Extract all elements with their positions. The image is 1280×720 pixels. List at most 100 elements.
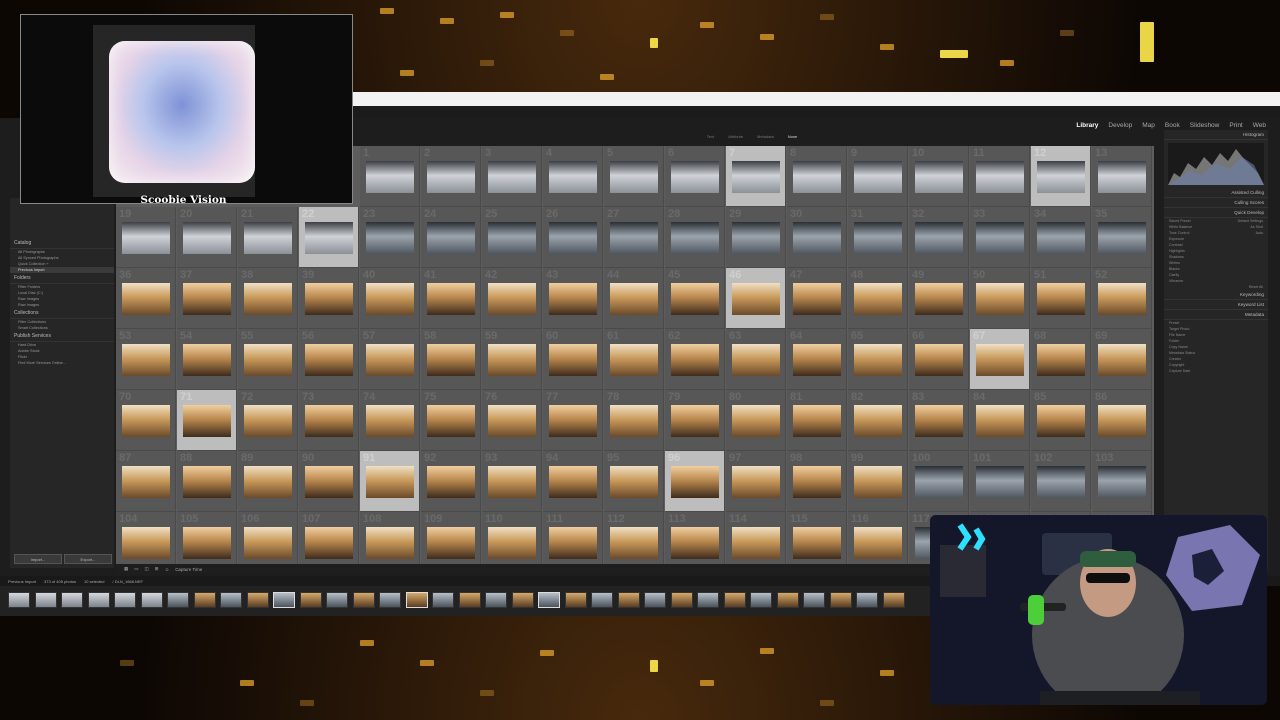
photo-thumbnail[interactable] bbox=[549, 222, 597, 254]
filmstrip-thumbnail[interactable] bbox=[617, 592, 640, 608]
grid-cell[interactable]: 72 bbox=[238, 390, 298, 451]
photo-thumbnail[interactable] bbox=[366, 466, 414, 498]
photo-thumbnail[interactable] bbox=[854, 222, 902, 254]
grid-cell[interactable]: 94 bbox=[543, 451, 603, 512]
photo-thumbnail[interactable] bbox=[671, 222, 719, 254]
grid-cell[interactable]: 31 bbox=[848, 207, 908, 268]
grid-cell[interactable]: 25 bbox=[482, 207, 542, 268]
grid-cell[interactable]: 91 bbox=[360, 451, 420, 512]
photo-thumbnail[interactable] bbox=[1037, 161, 1085, 193]
grid-cell[interactable]: 70 bbox=[116, 390, 176, 451]
grid-cell[interactable]: 59 bbox=[482, 329, 542, 390]
filmstrip-thumbnail[interactable] bbox=[140, 592, 163, 608]
grid-cell[interactable]: 39 bbox=[299, 268, 359, 329]
grid-cell[interactable]: 22 bbox=[299, 207, 359, 268]
grid-cell[interactable]: 95 bbox=[604, 451, 664, 512]
grid-cell[interactable]: 1 bbox=[360, 146, 420, 207]
photo-thumbnail[interactable] bbox=[427, 161, 475, 193]
grid-cell[interactable]: 89 bbox=[238, 451, 298, 512]
photo-thumbnail[interactable] bbox=[122, 527, 170, 559]
filmstrip-thumbnail[interactable] bbox=[114, 592, 136, 608]
grid-cell[interactable]: 42 bbox=[482, 268, 542, 329]
photo-thumbnail[interactable] bbox=[366, 405, 414, 437]
photo-thumbnail[interactable] bbox=[1037, 283, 1085, 315]
photo-thumbnail[interactable] bbox=[122, 222, 170, 254]
grid-cell[interactable]: 101 bbox=[970, 451, 1030, 512]
grid-cell[interactable]: 111 bbox=[543, 512, 603, 566]
grid-cell[interactable]: 6 bbox=[665, 146, 725, 207]
photo-thumbnail[interactable] bbox=[305, 283, 353, 315]
grid-cell[interactable]: 110 bbox=[482, 512, 542, 566]
filmstrip-thumbnail[interactable] bbox=[220, 592, 242, 608]
filmstrip-thumbnail[interactable] bbox=[564, 592, 587, 608]
grid-cell[interactable]: 84 bbox=[970, 390, 1030, 451]
photo-thumbnail[interactable] bbox=[610, 222, 658, 254]
photo-thumbnail[interactable] bbox=[671, 527, 719, 559]
grid-cell[interactable]: 108 bbox=[360, 512, 420, 566]
metadata-header[interactable]: Metadata bbox=[1164, 310, 1268, 320]
publish-header[interactable]: Publish Services bbox=[10, 331, 114, 342]
photo-thumbnail[interactable] bbox=[122, 344, 170, 376]
grid-cell[interactable]: 19 bbox=[116, 207, 176, 268]
photo-thumbnail[interactable] bbox=[549, 283, 597, 315]
photo-thumbnail[interactable] bbox=[1098, 405, 1146, 437]
filmstrip-thumbnail[interactable] bbox=[34, 592, 57, 608]
module-book[interactable]: Book bbox=[1165, 122, 1180, 129]
grid-cell[interactable]: 36 bbox=[116, 268, 176, 329]
photo-thumbnail[interactable] bbox=[122, 466, 170, 498]
grid-cell[interactable]: 53 bbox=[116, 329, 176, 390]
grid-cell[interactable]: 3 bbox=[482, 146, 542, 207]
filmstrip-thumbnail[interactable] bbox=[61, 592, 83, 608]
photo-thumbnail[interactable] bbox=[305, 344, 353, 376]
filmstrip-thumbnail[interactable] bbox=[326, 592, 348, 608]
grid-cell[interactable]: 44 bbox=[604, 268, 664, 329]
grid-cell[interactable]: 86 bbox=[1092, 390, 1152, 451]
photo-thumbnail[interactable] bbox=[732, 527, 780, 559]
photo-thumbnail[interactable] bbox=[183, 405, 231, 437]
photo-thumbnail[interactable] bbox=[488, 161, 536, 193]
photo-thumbnail[interactable] bbox=[549, 161, 597, 193]
photo-thumbnail[interactable] bbox=[610, 344, 658, 376]
grid-cell[interactable]: 96 bbox=[665, 451, 725, 512]
photo-thumbnail[interactable] bbox=[427, 466, 475, 498]
keywording-header[interactable]: Keywording bbox=[1164, 290, 1268, 300]
grid-cell[interactable]: 7 bbox=[726, 146, 786, 207]
grid-cell[interactable]: 114 bbox=[726, 512, 786, 566]
filmstrip-thumbnail[interactable] bbox=[485, 592, 507, 608]
photo-thumbnail[interactable] bbox=[610, 405, 658, 437]
grid-cell[interactable]: 75 bbox=[421, 390, 481, 451]
grid-cell[interactable]: 88 bbox=[177, 451, 237, 512]
filmstrip-thumbnail[interactable] bbox=[882, 592, 905, 608]
filmstrip-thumbnail[interactable] bbox=[803, 592, 825, 608]
grid-cell[interactable]: 60 bbox=[543, 329, 603, 390]
module-web[interactable]: Web bbox=[1253, 122, 1266, 129]
photo-thumbnail[interactable] bbox=[732, 466, 780, 498]
photo-thumbnail[interactable] bbox=[793, 283, 841, 315]
grid-cell[interactable]: 99 bbox=[848, 451, 908, 512]
photo-thumbnail[interactable] bbox=[549, 405, 597, 437]
grid-cell[interactable]: 103 bbox=[1092, 451, 1152, 512]
grid-cell[interactable]: 52 bbox=[1092, 268, 1152, 329]
grid-cell[interactable]: 64 bbox=[787, 329, 847, 390]
grid-view-icon[interactable]: ▦ bbox=[124, 566, 128, 572]
grid-cell[interactable]: 49 bbox=[909, 268, 969, 329]
filmstrip-thumbnail[interactable] bbox=[856, 592, 878, 608]
photo-thumbnail[interactable] bbox=[854, 283, 902, 315]
grid-cell[interactable]: 87 bbox=[116, 451, 176, 512]
filmstrip-thumbnail[interactable] bbox=[538, 592, 560, 608]
photo-thumbnail[interactable] bbox=[732, 283, 780, 315]
photo-thumbnail[interactable] bbox=[671, 161, 719, 193]
photo-thumbnail[interactable] bbox=[305, 405, 353, 437]
photo-thumbnail[interactable] bbox=[610, 527, 658, 559]
grid-cell[interactable]: 98 bbox=[787, 451, 847, 512]
photo-thumbnail[interactable] bbox=[244, 222, 292, 254]
filmstrip-thumbnail[interactable] bbox=[352, 592, 375, 608]
photo-thumbnail[interactable] bbox=[366, 527, 414, 559]
photo-thumbnail[interactable] bbox=[854, 344, 902, 376]
photo-thumbnail[interactable] bbox=[183, 222, 231, 254]
filmstrip-thumbnail[interactable] bbox=[697, 592, 719, 608]
grid-cell[interactable]: 104 bbox=[116, 512, 176, 566]
grid-cell[interactable]: 113 bbox=[665, 512, 725, 566]
photo-thumbnail[interactable] bbox=[1098, 466, 1146, 498]
grid-cell[interactable]: 33 bbox=[970, 207, 1030, 268]
